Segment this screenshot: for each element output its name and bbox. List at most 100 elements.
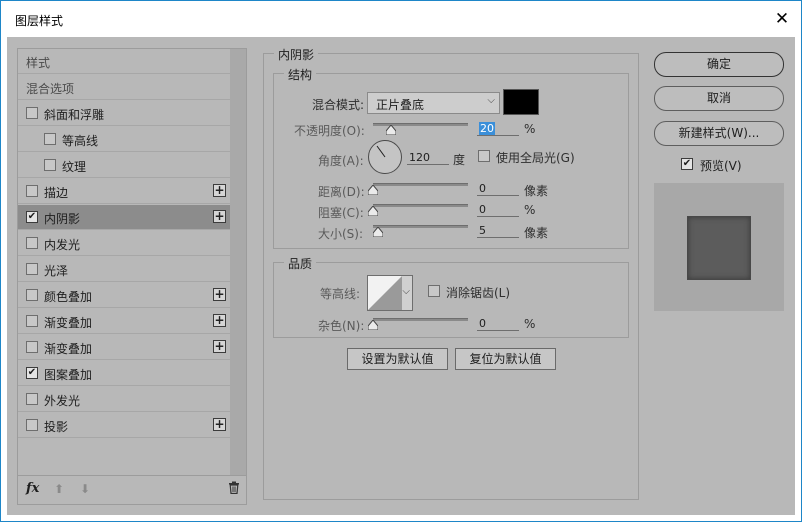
contour-label: 等高线: bbox=[320, 287, 361, 301]
style-checkbox[interactable]: ✔ bbox=[26, 211, 38, 223]
style-list-item[interactable]: 混合选项 bbox=[18, 75, 230, 100]
style-list-item-label: 颜色叠加 bbox=[44, 290, 93, 304]
add-effect-icon[interactable]: + bbox=[213, 340, 226, 353]
close-button[interactable]: ✕ bbox=[769, 7, 795, 31]
noise-unit: % bbox=[524, 317, 536, 331]
style-list-item[interactable]: 投影 + bbox=[18, 413, 230, 438]
trash-icon bbox=[229, 481, 239, 495]
style-list-item[interactable]: 光泽 bbox=[18, 257, 230, 282]
dialog-body: 样式 混合选项 斜面和浮雕 等高线 纹理 描边 + ✔ 内阴影 + 内发光 光泽 颜色叠加 + 渐变叠加 + 渐… bbox=[7, 37, 795, 515]
noise-slider[interactable] bbox=[373, 318, 468, 321]
style-checkbox[interactable] bbox=[26, 237, 38, 249]
add-effect-icon[interactable]: + bbox=[213, 314, 226, 327]
distance-unit: 像素 bbox=[524, 184, 549, 198]
structure-group: 结构 混合模式: 正片叠底 ⌵ 不透明度(O): 20 % 角度(A): 120… bbox=[273, 66, 629, 249]
style-list-item[interactable]: 等高线 bbox=[18, 127, 230, 152]
inner-shadow-section: 内阴影 结构 混合模式: 正片叠底 ⌵ 不透明度(O): 20 % 角度(A): bbox=[263, 46, 639, 500]
style-list-item[interactable]: 渐变叠加 + bbox=[18, 309, 230, 334]
style-list-footer: fx ⬆ ⬇ bbox=[18, 475, 246, 504]
opacity-slider-thumb[interactable] bbox=[386, 125, 396, 135]
cancel-button[interactable]: 取消 bbox=[654, 86, 784, 111]
style-checkbox[interactable] bbox=[26, 393, 38, 405]
style-list-item[interactable]: 纹理 bbox=[18, 153, 230, 178]
quality-group: 品质 等高线: ⌵ 消除锯齿(L) 杂色(N): 0 % bbox=[273, 255, 629, 338]
noise-label: 杂色(N): bbox=[318, 319, 365, 333]
style-checkbox[interactable] bbox=[26, 263, 38, 275]
blend-mode-select[interactable]: 正片叠底 ⌵ bbox=[367, 92, 500, 114]
style-list-item[interactable]: ✔ 内阴影 + bbox=[18, 205, 230, 230]
add-effect-icon[interactable]: + bbox=[213, 418, 226, 431]
preview-label: 预览(V) bbox=[700, 159, 742, 173]
style-list-item[interactable]: 颜色叠加 + bbox=[18, 283, 230, 308]
style-list-item[interactable]: 斜面和浮雕 bbox=[18, 101, 230, 126]
angle-dial-needle bbox=[376, 145, 386, 158]
anti-alias-label: 消除锯齿(L) bbox=[446, 286, 511, 300]
size-input[interactable]: 5 bbox=[477, 224, 519, 238]
angle-unit: 度 bbox=[453, 153, 466, 167]
style-list-item[interactable]: 渐变叠加 + bbox=[18, 335, 230, 360]
noise-input[interactable]: 0 bbox=[477, 317, 519, 331]
style-list-item[interactable]: ✔ 图案叠加 bbox=[18, 361, 230, 386]
move-up-icon[interactable]: ⬆ bbox=[54, 482, 64, 496]
style-list-item[interactable]: 内发光 bbox=[18, 231, 230, 256]
anti-alias-checkbox[interactable] bbox=[428, 285, 440, 297]
new-style-button[interactable]: 新建样式(W)... bbox=[654, 121, 784, 146]
style-checkbox[interactable] bbox=[26, 315, 38, 327]
opacity-input[interactable]: 20 bbox=[477, 122, 519, 136]
shadow-color-swatch[interactable] bbox=[503, 89, 539, 115]
inner-shadow-title: 内阴影 bbox=[274, 46, 319, 63]
add-effect-icon[interactable]: + bbox=[213, 288, 226, 301]
choke-input[interactable]: 0 bbox=[477, 203, 519, 217]
blend-mode-label: 混合模式: bbox=[312, 98, 365, 112]
style-list-scrollbar[interactable] bbox=[230, 49, 246, 475]
angle-input[interactable]: 120 bbox=[407, 151, 449, 165]
ok-button[interactable]: 确定 bbox=[654, 52, 784, 77]
style-checkbox[interactable] bbox=[26, 419, 38, 431]
style-list-item[interactable]: 外发光 bbox=[18, 387, 230, 412]
style-list-item-label: 纹理 bbox=[62, 160, 87, 174]
style-list-item[interactable]: 描边 + bbox=[18, 179, 230, 204]
make-default-button[interactable]: 设置为默认值 bbox=[347, 348, 448, 370]
style-list-item-label: 内阴影 bbox=[44, 212, 81, 226]
style-list-panel: 样式 混合选项 斜面和浮雕 等高线 纹理 描边 + ✔ 内阴影 + 内发光 光泽 颜色叠加 + 渐变叠加 + 渐… bbox=[17, 48, 247, 505]
style-list-item[interactable]: 样式 bbox=[18, 49, 230, 74]
style-checkbox[interactable] bbox=[26, 341, 38, 353]
distance-slider[interactable] bbox=[373, 183, 468, 186]
contour-picker[interactable]: ⌵ bbox=[367, 275, 413, 311]
choke-unit: % bbox=[524, 203, 536, 217]
style-list-item-label: 等高线 bbox=[62, 134, 99, 148]
fx-button[interactable]: fx bbox=[26, 481, 39, 496]
choke-label: 阻塞(C): bbox=[318, 206, 364, 220]
choke-slider-thumb[interactable] bbox=[368, 206, 378, 216]
add-effect-icon[interactable]: + bbox=[213, 184, 226, 197]
close-icon: ✕ bbox=[774, 9, 790, 29]
opacity-label: 不透明度(O): bbox=[294, 124, 365, 138]
move-down-icon[interactable]: ⬇ bbox=[80, 482, 90, 496]
style-list-item-label: 渐变叠加 bbox=[44, 316, 93, 330]
style-checkbox[interactable]: ✔ bbox=[26, 367, 38, 379]
size-slider[interactable] bbox=[373, 225, 468, 228]
choke-slider[interactable] bbox=[373, 204, 468, 207]
style-checkbox[interactable] bbox=[26, 289, 38, 301]
quality-title: 品质 bbox=[284, 255, 317, 272]
size-unit: 像素 bbox=[524, 226, 549, 240]
reset-default-button[interactable]: 复位为默认值 bbox=[455, 348, 556, 370]
blend-mode-value: 正片叠底 bbox=[376, 98, 425, 112]
delete-effect-icon[interactable] bbox=[228, 481, 240, 498]
distance-input[interactable]: 0 bbox=[477, 182, 519, 196]
angle-dial[interactable] bbox=[368, 140, 402, 174]
style-checkbox[interactable] bbox=[44, 133, 56, 145]
noise-slider-thumb[interactable] bbox=[368, 320, 378, 330]
preview-checkbox[interactable]: ✔ bbox=[681, 158, 693, 170]
distance-label: 距离(D): bbox=[318, 185, 365, 199]
size-slider-thumb[interactable] bbox=[373, 227, 383, 237]
global-light-checkbox[interactable] bbox=[478, 150, 490, 162]
structure-title: 结构 bbox=[284, 66, 317, 83]
style-checkbox[interactable] bbox=[44, 159, 56, 171]
add-effect-icon[interactable]: + bbox=[213, 210, 226, 223]
distance-slider-thumb[interactable] bbox=[368, 185, 378, 195]
preview-swatch bbox=[687, 216, 751, 280]
style-list-item-label: 描边 bbox=[44, 186, 69, 200]
style-checkbox[interactable] bbox=[26, 107, 38, 119]
style-checkbox[interactable] bbox=[26, 185, 38, 197]
